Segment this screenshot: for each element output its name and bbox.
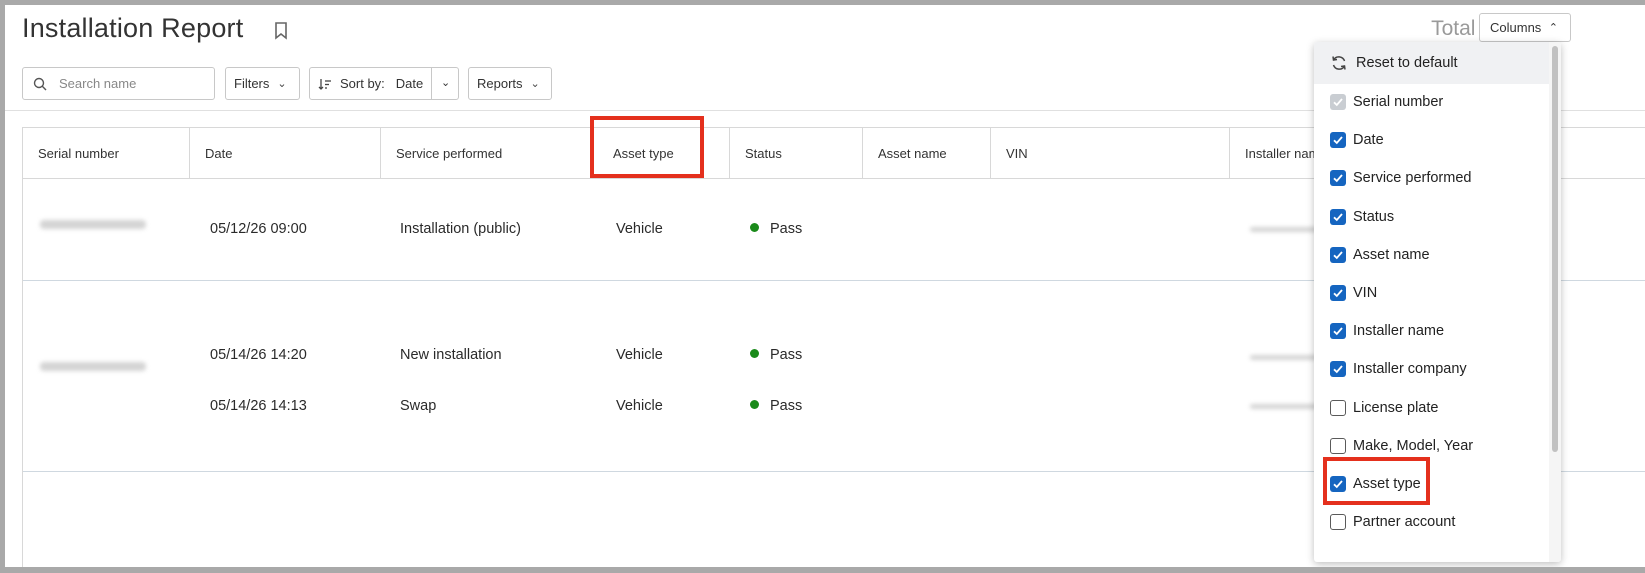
- column-header-vin[interactable]: VIN: [991, 128, 1230, 178]
- checkbox-icon[interactable]: [1330, 132, 1346, 149]
- column-option-label: Partner account: [1353, 514, 1456, 531]
- sort-label: Sort by:: [340, 76, 385, 91]
- search-placeholder: Search name: [59, 76, 137, 91]
- columns-button[interactable]: Columns ⌃: [1479, 13, 1571, 42]
- installation-report-page: Installation Report Total items 2 Search…: [5, 5, 1645, 567]
- column-option-label: Status: [1353, 208, 1395, 225]
- service-cell: New installation: [400, 347, 502, 363]
- sort-icon: [318, 78, 331, 90]
- filters-button[interactable]: Filters ⌄: [225, 67, 300, 100]
- chevron-down-icon: ⌄: [277, 78, 287, 90]
- status-dot-icon: [750, 349, 759, 358]
- status-dot-icon: [750, 400, 759, 409]
- column-option-asset-name[interactable]: Asset name: [1330, 244, 1430, 266]
- status-text: Pass: [770, 398, 803, 414]
- column-option-label: Installer name: [1353, 323, 1445, 340]
- checkbox-icon[interactable]: [1330, 399, 1346, 416]
- checkbox-icon[interactable]: [1330, 361, 1346, 378]
- checkbox-icon[interactable]: [1330, 208, 1346, 225]
- chevron-down-icon: ⌄: [530, 78, 540, 90]
- sort-control[interactable]: Sort by: Date ⌄: [309, 67, 459, 100]
- sort-value: Date: [395, 76, 424, 91]
- column-option-label: Service performed: [1353, 170, 1472, 187]
- filters-label: Filters: [234, 76, 270, 91]
- chevron-up-icon: ⌃: [1548, 22, 1558, 34]
- installer-name-redacted: [1250, 227, 1318, 232]
- column-option-label: Serial number: [1353, 94, 1444, 110]
- page-title: Installation Report: [22, 13, 244, 43]
- scrollbar-thumb[interactable]: [1552, 46, 1558, 452]
- status-cell: Pass: [750, 398, 802, 414]
- checkbox-icon[interactable]: [1330, 323, 1346, 340]
- column-option-installer-name[interactable]: Installer name: [1330, 320, 1444, 342]
- serial-number-redacted: [40, 362, 146, 371]
- checkbox-icon[interactable]: [1330, 246, 1346, 263]
- column-option-date[interactable]: Date: [1330, 129, 1384, 151]
- column-option-label: License plate: [1353, 399, 1439, 416]
- status-cell: Pass: [750, 221, 802, 237]
- search-input[interactable]: Search name: [22, 67, 215, 100]
- columns-dropdown-panel: Reset to default Serial number Date Servic…: [1314, 42, 1561, 562]
- divider: [431, 68, 432, 99]
- checkbox-icon[interactable]: [1330, 514, 1346, 531]
- column-option-installer-company[interactable]: Installer company: [1330, 358, 1467, 380]
- column-option-label: Asset type: [1353, 476, 1421, 492]
- reset-to-default-button[interactable]: Reset to default: [1314, 42, 1549, 84]
- column-option-label: VIN: [1353, 285, 1378, 301]
- refresh-icon: [1332, 56, 1346, 70]
- search-icon: [33, 77, 47, 90]
- installer-name-redacted: [1250, 355, 1318, 360]
- reset-label: Reset to default: [1356, 55, 1458, 71]
- column-option-vin[interactable]: VIN: [1330, 282, 1377, 304]
- column-header-asset-name[interactable]: Asset name: [863, 128, 991, 178]
- column-option-label: Date: [1353, 132, 1384, 149]
- status-text: Pass: [770, 221, 803, 237]
- date-cell: 05/14/26 14:20: [210, 347, 307, 363]
- reports-label: Reports: [477, 76, 523, 91]
- checkbox-icon[interactable]: [1330, 285, 1346, 301]
- column-option-label: Installer company: [1353, 361, 1467, 378]
- status-dot-icon: [750, 223, 759, 232]
- date-cell: 05/14/26 14:13: [210, 398, 307, 414]
- installer-name-redacted: [1250, 404, 1318, 409]
- column-header-serial-number[interactable]: Serial number: [23, 128, 190, 178]
- reports-button[interactable]: Reports ⌄: [468, 67, 552, 100]
- checkbox-icon[interactable]: [1330, 170, 1346, 187]
- column-option-asset-type[interactable]: Asset type: [1330, 473, 1421, 495]
- service-cell: Installation (public): [400, 221, 521, 237]
- column-option-partner-account[interactable]: Partner account: [1330, 511, 1455, 533]
- column-header-status[interactable]: Status: [730, 128, 863, 178]
- asset-type-cell: Vehicle: [616, 347, 663, 363]
- column-option-label: Make, Model, Year: [1353, 437, 1474, 454]
- date-cell: 05/12/26 09:00: [210, 221, 307, 237]
- column-option-label: Asset name: [1353, 246, 1430, 263]
- checkbox-icon[interactable]: [1330, 437, 1346, 454]
- column-header-asset-type[interactable]: Asset type: [593, 128, 730, 178]
- column-option-make-model-year[interactable]: Make, Model, Year: [1330, 435, 1473, 457]
- status-text: Pass: [770, 347, 803, 363]
- column-option-serial-number: Serial number: [1330, 91, 1443, 113]
- checkbox-icon: [1330, 94, 1346, 110]
- asset-type-cell: Vehicle: [616, 398, 663, 414]
- column-option-license-plate[interactable]: License plate: [1330, 397, 1438, 419]
- asset-type-cell: Vehicle: [616, 221, 663, 237]
- column-option-status[interactable]: Status: [1330, 206, 1394, 228]
- column-option-service-performed[interactable]: Service performed: [1330, 167, 1471, 189]
- bookmark-icon[interactable]: [274, 22, 288, 40]
- service-cell: Swap: [400, 398, 437, 414]
- checkbox-icon[interactable]: [1330, 476, 1346, 492]
- status-cell: Pass: [750, 347, 802, 363]
- serial-number-redacted: [40, 220, 146, 229]
- column-header-date[interactable]: Date: [190, 128, 381, 178]
- column-header-service-performed[interactable]: Service performed: [381, 128, 593, 178]
- columns-label: Columns: [1490, 20, 1542, 35]
- sort-dropdown-chevron-icon[interactable]: ⌄: [441, 76, 450, 89]
